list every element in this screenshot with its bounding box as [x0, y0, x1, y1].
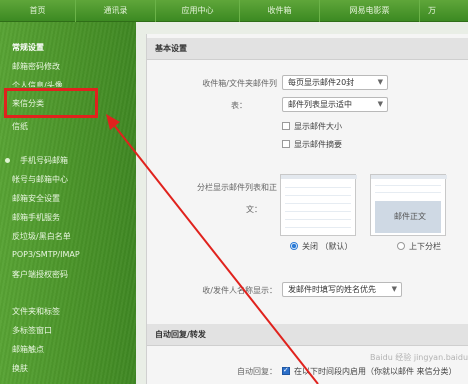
sidebar-item-stationery[interactable]: 信纸 — [12, 121, 28, 132]
sidebar-item-account-center[interactable]: 帐号与邮箱中心 — [12, 174, 68, 185]
tab-contacts[interactable]: 通讯录 — [76, 0, 156, 22]
auto-reply-text: 在以下时间段内启用（你就以邮件 来信分类） — [294, 367, 457, 376]
sidebar-item-antispam[interactable]: 反垃圾/黑白名单 — [12, 231, 71, 242]
split-view-label: 分栏显示邮件列表和正 — [197, 183, 277, 192]
top-nav: 首页 通讯录 应用中心 收件箱 网易电影票 万 — [0, 0, 468, 22]
bullet-icon — [5, 158, 10, 163]
highlight-box — [4, 88, 98, 118]
tab-movie-tickets[interactable]: 网易电影票 — [320, 0, 420, 22]
split-off-label: 关闭 （默认） — [302, 242, 353, 251]
list-display-select[interactable]: 邮件列表显示适中 ▼ — [282, 97, 388, 112]
auto-reply-label: 自动回复： — [237, 367, 277, 376]
preview-body-text: 邮件正文 — [394, 212, 426, 221]
mailbox-list-label-2: 表： — [231, 101, 247, 110]
sidebar-item-mobile-mail[interactable]: 手机号码邮箱 — [20, 155, 68, 166]
show-summary-label: 显示邮件摘要 — [294, 140, 342, 149]
tab-more[interactable]: 万 — [420, 0, 468, 22]
sender-name-label: 收/发件人名称显示： — [202, 286, 277, 295]
sidebar-item-multitab[interactable]: 多标签窗口 — [12, 325, 52, 336]
sidebar-item-pop3[interactable]: POP3/SMTP/IMAP — [12, 250, 80, 259]
show-size-checkbox[interactable] — [282, 122, 290, 130]
settings-panel: 基本设置 收件箱/文件夹邮件列 表： 每页显示邮件20封 ▼ 邮件列表显示适中 ▼ … — [146, 34, 468, 384]
sidebar-item-folders[interactable]: 文件夹和标签 — [12, 306, 60, 317]
sidebar-item-mobile-service[interactable]: 邮箱手机服务 — [12, 212, 60, 223]
auto-reply-header: 自动回复/转发 — [147, 324, 468, 346]
basic-settings-header: 基本设置 — [147, 38, 468, 60]
per-page-select[interactable]: 每页显示邮件20封 ▼ — [282, 75, 388, 90]
preview-off[interactable] — [280, 174, 357, 236]
settings-sidebar: 常规设置 邮箱密码修改 个人信息/头像 来信分类 信纸 手机号码邮箱 帐号与邮箱… — [0, 22, 136, 384]
split-updown-label: 上下分栏 — [409, 242, 441, 251]
tab-app-center[interactable]: 应用中心 — [156, 0, 240, 22]
tab-home[interactable]: 首页 — [0, 0, 76, 22]
watermark: Baidu 经验 jingyan.baidu.com — [370, 353, 468, 362]
sidebar-item-skin[interactable]: 换肤 — [12, 363, 28, 374]
chevron-down-icon: ▼ — [391, 285, 397, 293]
split-off-radio[interactable] — [290, 242, 298, 250]
chevron-down-icon: ▼ — [377, 78, 383, 86]
sidebar-item-touchpoint[interactable]: 邮箱触点 — [12, 344, 44, 355]
sidebar-item-password[interactable]: 邮箱密码修改 — [12, 61, 60, 72]
sidebar-item-security[interactable]: 邮箱安全设置 — [12, 193, 60, 204]
sidebar-item-profile[interactable]: 个人信息/头像 — [12, 80, 63, 87]
split-view-label-2: 文： — [246, 205, 262, 214]
show-summary-checkbox[interactable] — [282, 140, 290, 148]
sidebar-item-client-password[interactable]: 客户端授权密码 — [12, 269, 68, 280]
sender-name-select[interactable]: 发邮件时填写的姓名优先 ▼ — [282, 282, 402, 297]
split-updown-radio[interactable] — [397, 242, 405, 250]
show-size-label: 显示邮件大小 — [294, 122, 342, 131]
tab-inbox[interactable]: 收件箱 — [240, 0, 320, 22]
sidebar-item-general[interactable]: 常规设置 — [12, 42, 44, 53]
auto-reply-checkbox[interactable] — [282, 366, 290, 375]
chevron-down-icon: ▼ — [377, 100, 383, 108]
preview-updown[interactable]: 邮件正文 — [370, 174, 447, 236]
mailbox-list-label: 收件箱/文件夹邮件列 — [202, 79, 277, 88]
